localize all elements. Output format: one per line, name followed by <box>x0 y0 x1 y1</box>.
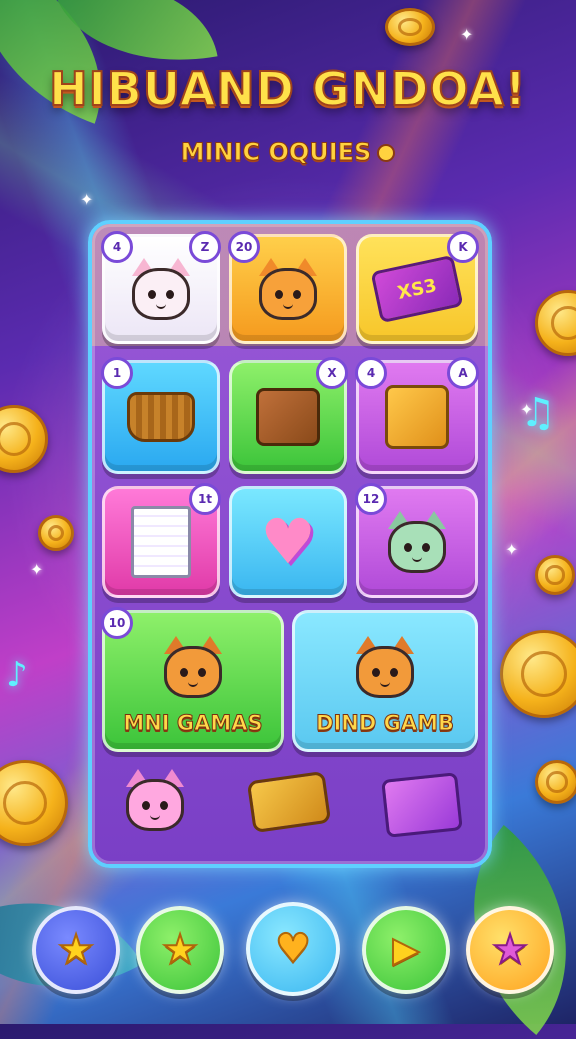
game-title: HIBUAND GNDOA! <box>48 61 527 117</box>
dino-game-button[interactable]: DIND GAMB <box>292 610 478 752</box>
coin-icon <box>535 555 575 595</box>
star-icon: ★ <box>491 927 529 973</box>
game-tile-cat-white[interactable]: 4 Z <box>101 231 221 344</box>
cat-character-icon <box>158 636 228 699</box>
cat-character-icon <box>253 258 323 320</box>
coin-icon <box>535 290 576 356</box>
coin-icon <box>500 630 576 718</box>
nav-button-heart[interactable]: ♥ <box>246 902 340 996</box>
mini-games-button[interactable]: 10 MNI GAMAS <box>101 607 284 752</box>
nav-button-star-blue[interactable]: ★ <box>32 906 120 994</box>
game-board: 4 Z 20 K XS3 1 X 4 A 1t ♥ 12 10 MNI GAMA… <box>88 220 492 868</box>
sparkle-icon: ✦ <box>80 190 94 209</box>
nav-button-star-gold[interactable]: ★ <box>466 906 554 994</box>
coin-icon <box>38 515 74 551</box>
tile-badge: 4 <box>355 357 387 389</box>
mini-games-label: MNI GAMAS <box>123 711 263 736</box>
game-tile-box[interactable]: X <box>229 357 348 474</box>
wooden-block-icon[interactable] <box>246 770 332 834</box>
subtitle-dot-icon <box>377 144 396 162</box>
book-icon <box>131 506 191 578</box>
music-note-icon: ♪ <box>6 655 28 695</box>
tile-badge: 1 <box>101 357 133 389</box>
game-tile-cat-green[interactable]: 12 <box>355 483 478 598</box>
coin-icon <box>0 405 48 473</box>
sparkle-icon: ✦ <box>30 560 44 579</box>
game-tile-book[interactable]: 1t <box>102 483 221 598</box>
coin-icon <box>385 8 435 46</box>
nav-button-star-green[interactable]: ★ <box>136 906 224 994</box>
star-icon: ★ <box>57 927 95 973</box>
star-icon: ★ <box>161 927 199 973</box>
dino-game-label: DIND GAMB <box>316 711 455 736</box>
cat-character-icon <box>382 511 452 573</box>
game-tile-cube[interactable]: 4 A <box>355 357 479 474</box>
cube-icon <box>385 385 449 449</box>
coin-icon <box>535 760 576 804</box>
pink-cat-character-icon[interactable] <box>120 769 190 831</box>
tile-badge: A <box>447 357 479 389</box>
nav-button-play[interactable]: ▶ <box>362 906 450 994</box>
sparkle-icon: ✦ <box>505 540 519 559</box>
gift-box-icon[interactable] <box>381 772 463 838</box>
game-tile-heart[interactable]: ♥ <box>229 486 347 598</box>
cat-character-icon <box>350 636 420 699</box>
basket-icon <box>127 392 195 442</box>
cat-character-icon <box>126 258 196 320</box>
tile-badge: 1t <box>189 483 221 515</box>
tile-badge: X <box>316 357 348 389</box>
heart-icon: ♥ <box>260 505 316 578</box>
heart-icon: ♥ <box>274 926 312 972</box>
game-tile-sign[interactable]: K XS3 <box>356 231 479 344</box>
sign-block-icon: XS3 <box>370 254 464 324</box>
game-tile-cat-orange[interactable]: 20 <box>228 231 347 344</box>
tile-badge: 10 <box>101 607 133 639</box>
game-tile-basket[interactable]: 1 <box>101 357 220 474</box>
game-subtitle: MINIC OQUIES <box>0 138 576 167</box>
play-icon: ▶ <box>392 930 420 970</box>
coin-icon <box>0 760 68 846</box>
music-note-icon: ♫ <box>520 390 556 436</box>
box-icon <box>256 388 320 446</box>
sparkle-icon: ✦ <box>460 25 474 44</box>
